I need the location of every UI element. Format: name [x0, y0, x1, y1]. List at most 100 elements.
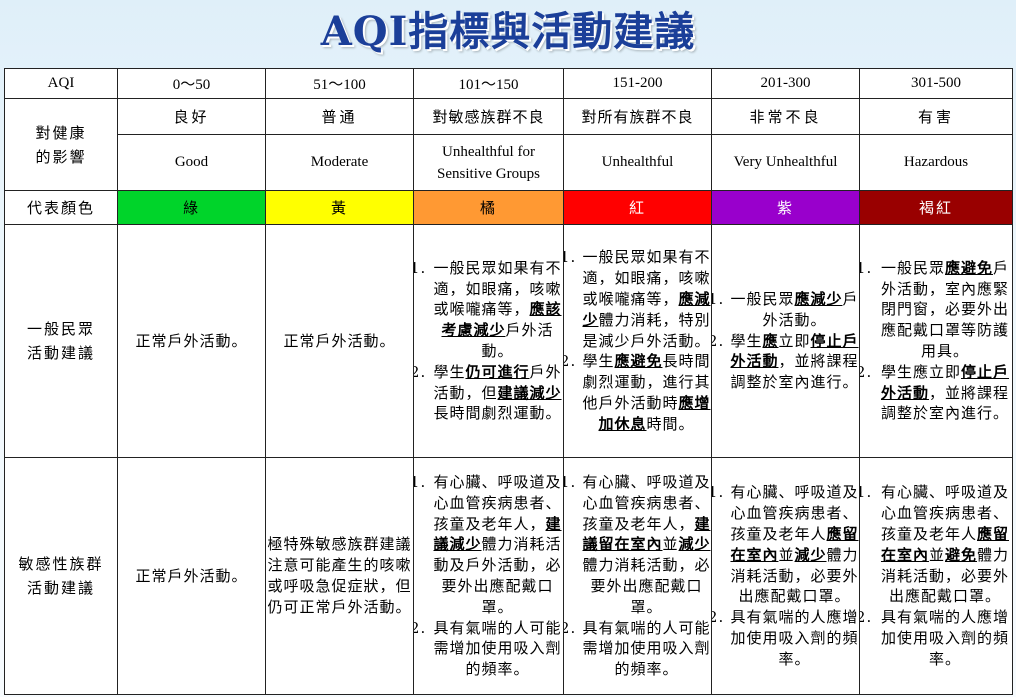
advice-text: 學生	[433, 362, 466, 381]
health-effect-zh: 普通	[265, 98, 414, 135]
general-advice-row: 一般民眾 活動建議 正常戶外活動。 正常戶外活動。 一般民眾如果有不適，如眼痛，…	[4, 224, 1013, 458]
advice-list-item: 一般民眾如果有不適，如眼痛，咳嗽或喉嚨痛等，應該考慮減少戶外活動。	[432, 258, 563, 362]
sensitive-advice-cell: 極特殊敏感族群建議注意可能產生的咳嗽或呼吸急促症狀，但仍可正常戶外活動。	[265, 457, 414, 695]
sensitive-advice-row: 敏感性族群 活動建議 正常戶外活動。 極特殊敏感族群建議注意可能產生的咳嗽或呼吸…	[4, 457, 1013, 695]
aqi-range: 151-200	[563, 68, 712, 99]
advice-list-item: 有心臟、呼吸道及心血管疾病患者、孩童及老年人應留在室內並減少體力消耗活動，必要外…	[730, 482, 859, 607]
sensitive-advice-cell: 有心臟、呼吸道及心血管疾病患者、孩童及老年人應留在室內並減少體力消耗活動，必要外…	[711, 457, 860, 695]
advice-emphasis: 應避免	[614, 352, 663, 371]
advice-text: 有心臟、呼吸道及心血管疾病患者、孩童及老年人，	[582, 473, 711, 533]
advice-list-item: 一般民眾如果有不適，如眼痛，咳嗽或喉嚨痛等，應減少體力消耗，特別是減少戶外活動。	[582, 247, 711, 351]
advice-text: 時間。	[646, 414, 695, 433]
health-effect-en: Unhealthful	[563, 134, 712, 191]
health-effect-en: Good	[117, 134, 266, 191]
general-advice-cell: 一般民眾如果有不適，如眼痛，咳嗽或喉嚨痛等，應減少體力消耗，特別是減少戶外活動。…	[563, 224, 712, 458]
color-row: 代表顏色 綠 黃 橘 紅 紫 褐紅	[4, 190, 1013, 225]
aqi-range: 201-300	[711, 68, 860, 99]
advice-list: 有心臟、呼吸道及心血管疾病患者、孩童及老年人，建議減少體力消耗活動及戶外活動，必…	[415, 472, 563, 680]
health-effect-zh: 非常不良	[711, 98, 860, 135]
advice-list: 有心臟、呼吸道及心血管疾病患者、孩童及老年人，建議留在室內並減少體力消耗活動，必…	[565, 472, 711, 680]
advice-text: 極特殊敏感族群建議注意可能產生的咳嗽或呼吸急促症狀，但仍可正常戶外活動。	[267, 535, 412, 616]
health-effect-en: Moderate	[265, 134, 414, 191]
advice-emphasis: 應	[762, 331, 779, 350]
advice-list-item: 有心臟、呼吸道及心血管疾病患者、孩童及老年人應留在室內並避免體力消耗活動，必要外…	[878, 482, 1012, 607]
sensitive-advice-cell: 正常戶外活動。	[117, 457, 266, 695]
health-effect-en: Hazardous	[859, 134, 1013, 191]
health-effect-zh: 良好	[117, 98, 266, 135]
health-effect-label: 對健康 的影響	[4, 98, 118, 191]
advice-text: 學生	[582, 352, 615, 371]
advice-list: 有心臟、呼吸道及心血管疾病患者、孩童及老年人應留在室內並避免體力消耗活動，必要外…	[861, 482, 1012, 669]
advice-text: 具有氣喘的人應增加使用吸入劑的頻率。	[880, 608, 1009, 668]
advice-text: 並	[778, 545, 795, 564]
advice-text: 學生應立即	[880, 362, 961, 381]
advice-text: 有心臟、呼吸道及心血管疾病患者、孩童及老年人，	[433, 473, 562, 533]
advice-list: 一般民眾如果有不適，如眼痛，咳嗽或喉嚨痛等，應該考慮減少戶外活動。學生仍可進行戶…	[415, 258, 563, 424]
aqi-header-label: AQI	[4, 68, 118, 99]
advice-text: 具有氣喘的人可能需增加使用吸入劑的頻率。	[433, 618, 562, 679]
advice-emphasis: 避免	[945, 545, 978, 564]
advice-list-item: 學生應立即停止戶外活動，並將課程調整於室內進行。	[730, 331, 859, 393]
advice-text: 具有氣喘的人可能需增加使用吸入劑的頻率。	[582, 618, 711, 679]
advice-text: 正常戶外活動。	[135, 331, 248, 350]
advice-list: 有心臟、呼吸道及心血管疾病患者、孩童及老年人應留在室內並減少體力消耗活動，必要外…	[713, 482, 859, 669]
advice-emphasis: 應避免	[944, 258, 993, 277]
general-advice-cell: 一般民眾如果有不適，如眼痛，咳嗽或喉嚨痛等，應該考慮減少戶外活動。學生仍可進行戶…	[413, 224, 564, 458]
aqi-range: 101～150	[413, 68, 564, 99]
advice-text: 一般民眾	[730, 290, 795, 308]
health-en-row: Good Moderate Unhealthful for Sensitive …	[5, 134, 1013, 191]
advice-text: 並	[662, 535, 679, 554]
advice-text: 具有氣喘的人應增加使用吸入劑的頻率。	[730, 608, 859, 668]
health-effect-en: Very Unhealthful	[711, 134, 860, 191]
advice-list-item: 有心臟、呼吸道及心血管疾病患者、孩童及老年人，建議減少體力消耗活動及戶外活動，必…	[432, 472, 563, 618]
general-advice-cell: 一般民眾應減少戶外活動。學生應立即停止戶外活動，並將課程調整於室內進行。	[711, 224, 860, 458]
advice-list-item: 學生應避免長時間劇烈運動，進行其他戶外活動時應增加休息時間。	[582, 351, 711, 434]
advice-list-item: 一般民眾應減少戶外活動。	[730, 289, 859, 331]
color-swatch-maroon: 褐紅	[859, 190, 1013, 225]
advice-text: 一般民眾	[880, 258, 945, 277]
health-effect-zh: 有害	[859, 98, 1013, 135]
advice-list-item: 具有氣喘的人可能需增加使用吸入劑的頻率。	[582, 618, 711, 680]
sensitive-advice-label: 敏感性族群 活動建議	[4, 457, 118, 695]
health-effect-zh: 對敏感族群不良	[413, 98, 564, 135]
aqi-range: 301-500	[859, 68, 1013, 99]
advice-text: 學生	[730, 331, 763, 350]
advice-emphasis: 減少	[678, 535, 711, 554]
health-effect-zh: 對所有族群不良	[563, 98, 712, 135]
advice-list-item: 具有氣喘的人應增加使用吸入劑的頻率。	[878, 607, 1012, 669]
color-swatch-green: 綠	[117, 190, 266, 225]
advice-list-item: 學生仍可進行戶外活動，但建議減少長時間劇烈運動。	[432, 362, 563, 424]
advice-text: 長時間劇烈運動。	[433, 404, 562, 423]
advice-text: 立即	[778, 331, 811, 350]
advice-text: 正常戶外活動。	[135, 566, 248, 585]
advice-text: 正常戶外活動。	[283, 331, 396, 350]
advice-list: 一般民眾如果有不適，如眼痛，咳嗽或喉嚨痛等，應減少體力消耗，特別是減少戶外活動。…	[565, 247, 711, 434]
sensitive-advice-cell: 有心臟、呼吸道及心血管疾病患者、孩童及老年人，建議留在室內並減少體力消耗活動，必…	[563, 457, 712, 695]
advice-list: 一般民眾應減少戶外活動。學生應立即停止戶外活動，並將課程調整於室內進行。	[713, 289, 859, 393]
general-advice-cell: 正常戶外活動。	[117, 224, 266, 458]
general-advice-label: 一般民眾 活動建議	[4, 224, 118, 458]
advice-list-item: 具有氣喘的人應增加使用吸入劑的頻率。	[730, 607, 859, 669]
color-swatch-yellow: 黃	[265, 190, 414, 225]
sensitive-advice-cell: 有心臟、呼吸道及心血管疾病患者、孩童及老年人，建議減少體力消耗活動及戶外活動，必…	[413, 457, 564, 695]
advice-text: 體力消耗活動，必要外出應配戴口罩。	[582, 556, 711, 616]
advice-text: 並	[928, 545, 945, 564]
general-advice-cell: 正常戶外活動。	[265, 224, 414, 458]
advice-list-item: 學生應立即停止戶外活動，並將課程調整於室內進行。	[878, 362, 1012, 424]
advice-list-item: 有心臟、呼吸道及心血管疾病患者、孩童及老年人，建議留在室內並減少體力消耗活動，必…	[582, 472, 711, 618]
advice-text: 體力消耗，特別是減少戶外活動。	[582, 310, 711, 350]
aqi-range: 0～50	[117, 68, 266, 99]
advice-list-item: 一般民眾應避免戶外活動，室內應緊閉門窗，必要外出應配戴口罩等防護用具。	[878, 258, 1012, 362]
page-title: AQI指標與活動建議	[320, 8, 696, 55]
general-advice-cell: 一般民眾應避免戶外活動，室內應緊閉門窗，必要外出應配戴口罩等防護用具。學生應立即…	[859, 224, 1013, 458]
advice-emphasis: 減少	[794, 545, 827, 564]
aqi-table: AQI 0～50 51～100 101～150 151-200 201-300 …	[4, 68, 1013, 695]
color-label: 代表顏色	[4, 190, 118, 225]
health-zh-row: 對健康 的影響 良好 普通 對敏感族群不良 對所有族群不良 非常不良 有害	[4, 98, 1013, 191]
aqi-range-row: AQI 0～50 51～100 101～150 151-200 201-300 …	[4, 68, 1013, 99]
advice-emphasis: 應減少	[794, 290, 843, 308]
color-swatch-orange: 橘	[413, 190, 564, 225]
health-effect-en: Unhealthful for Sensitive Groups	[413, 134, 564, 191]
advice-emphasis: 建議減少	[497, 383, 562, 402]
advice-emphasis: 仍可進行	[465, 362, 530, 381]
